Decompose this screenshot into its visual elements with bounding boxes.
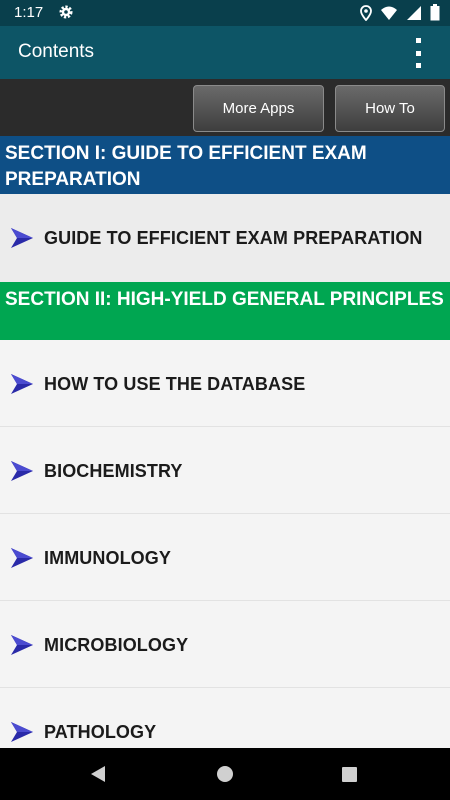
menu-dot — [415, 50, 421, 56]
chevron-arrow-icon — [10, 459, 34, 488]
back-icon[interactable] — [90, 765, 106, 788]
toolbar: More Apps How To — [0, 79, 450, 136]
battery-icon — [430, 4, 440, 26]
page-title: Contents — [18, 41, 95, 62]
status-bar: 1:17 — [0, 0, 450, 26]
how-to-button[interactable]: How To — [335, 85, 445, 132]
list-item-label: HOW TO USE THE DATABASE — [44, 374, 306, 394]
list-item[interactable]: MICROBIOLOGY — [0, 601, 450, 688]
overflow-menu-icon[interactable] — [410, 38, 426, 68]
menu-dot — [415, 38, 421, 43]
list-item[interactable]: PATHOLOGY — [0, 688, 450, 748]
list-item[interactable]: GUIDE TO EFFICIENT EXAM PREPARATION — [0, 194, 450, 282]
list-item[interactable]: HOW TO USE THE DATABASE — [0, 340, 450, 427]
section-header: SECTION II: HIGH-YIELD GENERAL PRINCIPLE… — [0, 282, 450, 340]
contents-list: SECTION I: GUIDE TO EFFICIENT EXAM PREPA… — [0, 136, 450, 748]
list-item-label: IMMUNOLOGY — [44, 548, 171, 568]
list-item[interactable]: BIOCHEMISTRY — [0, 427, 450, 514]
recent-apps-icon[interactable] — [342, 767, 357, 782]
list-item-label: MICROBIOLOGY — [44, 635, 189, 655]
status-time: 1:17 — [14, 4, 44, 21]
list-item-label: BIOCHEMISTRY — [44, 461, 183, 481]
section-header: SECTION I: GUIDE TO EFFICIENT EXAM PREPA… — [0, 136, 450, 194]
status-icons — [360, 4, 440, 26]
more-apps-button[interactable]: More Apps — [193, 85, 324, 132]
settings-gear-icon — [58, 4, 74, 25]
chevron-arrow-icon — [10, 226, 34, 255]
chevron-arrow-icon — [10, 546, 34, 575]
chevron-arrow-icon — [10, 372, 34, 401]
signal-icon — [406, 5, 422, 26]
system-nav-bar — [0, 748, 450, 800]
app-bar: Contents — [0, 26, 450, 79]
list-item-label: PATHOLOGY — [44, 722, 157, 742]
list-item[interactable]: IMMUNOLOGY — [0, 514, 450, 601]
list-item-label: GUIDE TO EFFICIENT EXAM PREPARATION — [44, 228, 423, 248]
menu-dot — [415, 63, 421, 68]
chevron-arrow-icon — [10, 633, 34, 662]
wifi-icon — [380, 5, 398, 26]
home-icon[interactable] — [217, 766, 233, 782]
chevron-arrow-icon — [10, 720, 34, 748]
location-icon — [360, 4, 372, 26]
